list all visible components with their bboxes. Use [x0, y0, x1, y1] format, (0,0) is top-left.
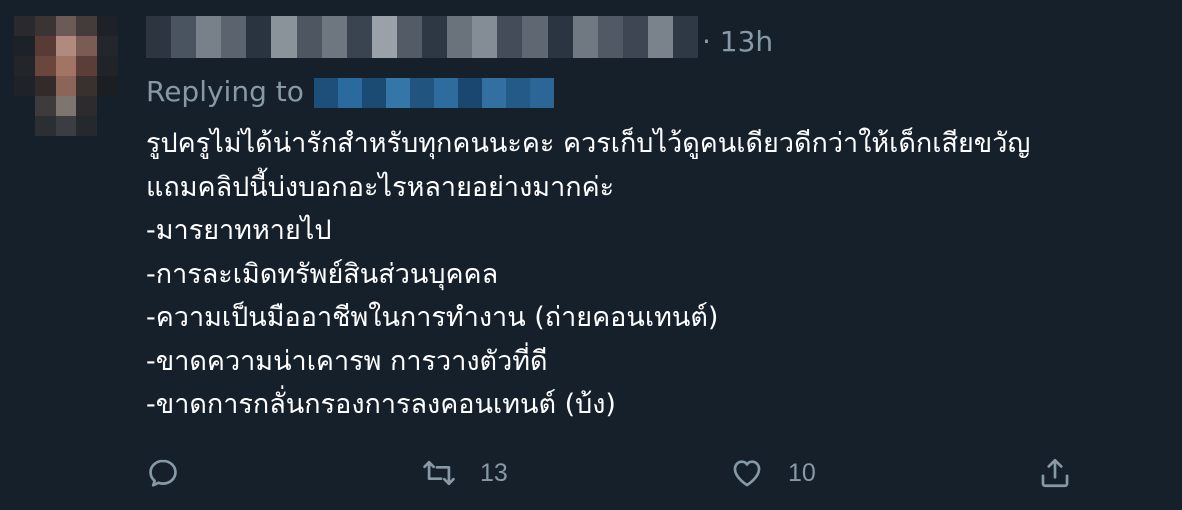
retweet-count: 13: [480, 458, 508, 487]
tweet-line: -มารยาทหายไป: [146, 215, 332, 246]
share-button[interactable]: [1038, 448, 1072, 498]
like-count: 10: [788, 458, 816, 487]
avatar[interactable]: [14, 16, 118, 136]
tweet-line: -ความเป็นมืออาชีพในการทำงาน (ถ่ายคอนเทนต…: [146, 302, 719, 333]
retweet-button[interactable]: 13: [422, 448, 508, 498]
tweet-line: รูปครูไม่ได้น่ารักสำหรับทุกคนนะคะ ควรเก็…: [146, 128, 1031, 159]
replying-to-label: Replying to: [146, 75, 304, 108]
username-redacted[interactable]: [146, 16, 699, 58]
tweet-line: แถมคลิปนี้บ่งบอกอะไรหลายอย่างมากค่ะ: [146, 171, 615, 203]
tweet-line: -การละเมิดทรัพย์สินส่วนบุคคล: [146, 258, 499, 290]
reply-handle-redacted[interactable]: [314, 78, 554, 108]
tweet-card[interactable]: · 13h Replying to รูปครูไม่ได้น่ารักสำหร…: [0, 0, 1182, 510]
tweet-line: -ขาดการกลั่นกรองการลงคอนเทนต์ (บ้ง): [146, 389, 616, 420]
reply-icon: [149, 459, 177, 487]
tweet-actions: 13 10: [0, 448, 1182, 498]
tweet-line: -ขาดความน่าเคารพ การวางตัวที่ดี: [146, 345, 548, 377]
tweet-text: รูปครูไม่ได้น่ารักสำหรับทุกคนนะคะ ควรเก็…: [146, 122, 1166, 427]
tweet-timestamp[interactable]: · 13h: [702, 24, 773, 60]
reply-button[interactable]: [146, 448, 180, 498]
like-button[interactable]: 10: [730, 448, 816, 498]
retweet-icon: [423, 460, 455, 486]
share-icon: [1041, 458, 1069, 488]
heart-icon: [733, 460, 761, 487]
